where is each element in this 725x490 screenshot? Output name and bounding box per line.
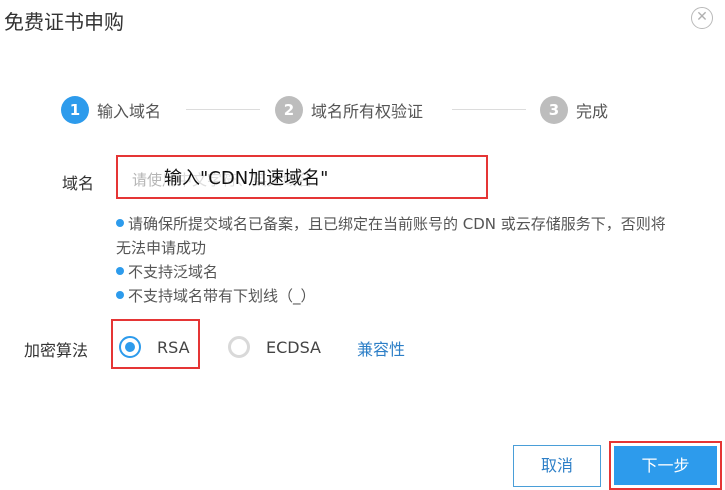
cancel-button[interactable]: 取消	[513, 445, 601, 487]
bullet-icon	[116, 291, 124, 299]
dialog-title: 免费证书申购	[4, 10, 124, 34]
radio-rsa-label: RSA	[157, 338, 190, 357]
hint-item: 请确保所提交域名已备案，且已绑定在当前账号的 CDN 或云存储服务下，否则将无法…	[116, 212, 676, 260]
next-button[interactable]: 下一步	[614, 446, 717, 485]
step-divider	[452, 109, 526, 110]
domain-annotation: 输入"CDN加速域名"	[164, 164, 329, 190]
hint-item: 不支持泛域名	[116, 260, 676, 284]
radio-ecdsa-label: ECDSA	[266, 338, 321, 357]
step-2: 2 域名所有权验证	[275, 95, 423, 125]
step-divider	[186, 109, 260, 110]
radio-rsa[interactable]	[119, 336, 141, 358]
algorithm-label: 加密算法	[24, 341, 89, 360]
domain-input[interactable]: 请使用中文字符、英文域名 输入"CDN加速域名"	[116, 155, 488, 199]
step-label: 完成	[576, 102, 609, 121]
hint-item: 不支持域名带有下划线（_）	[116, 284, 676, 308]
step-number: 3	[540, 96, 568, 124]
step-label: 域名所有权验证	[311, 102, 424, 121]
bullet-icon	[116, 219, 124, 227]
hint-text: 不支持域名带有下划线（_）	[128, 287, 316, 305]
certificate-dialog: 免费证书申购 ✕ 1 输入域名 2 域名所有权验证 3 完成 域名 请使用中文字…	[0, 0, 725, 490]
domain-hints: 请确保所提交域名已备案，且已绑定在当前账号的 CDN 或云存储服务下，否则将无法…	[116, 212, 676, 308]
close-icon[interactable]: ✕	[691, 7, 713, 29]
hint-text: 不支持泛域名	[128, 263, 219, 281]
compatibility-link[interactable]: 兼容性	[357, 336, 405, 360]
step-1: 1 输入域名	[61, 95, 161, 125]
radio-ecdsa[interactable]	[228, 336, 250, 358]
step-label: 输入域名	[97, 102, 162, 121]
step-number: 2	[275, 96, 303, 124]
domain-label: 域名	[62, 174, 95, 193]
step-number: 1	[61, 96, 89, 124]
step-3: 3 完成	[540, 95, 608, 125]
bullet-icon	[116, 267, 124, 275]
hint-text: 请确保所提交域名已备案，且已绑定在当前账号的 CDN 或云存储服务下，否则将无法…	[116, 215, 666, 257]
